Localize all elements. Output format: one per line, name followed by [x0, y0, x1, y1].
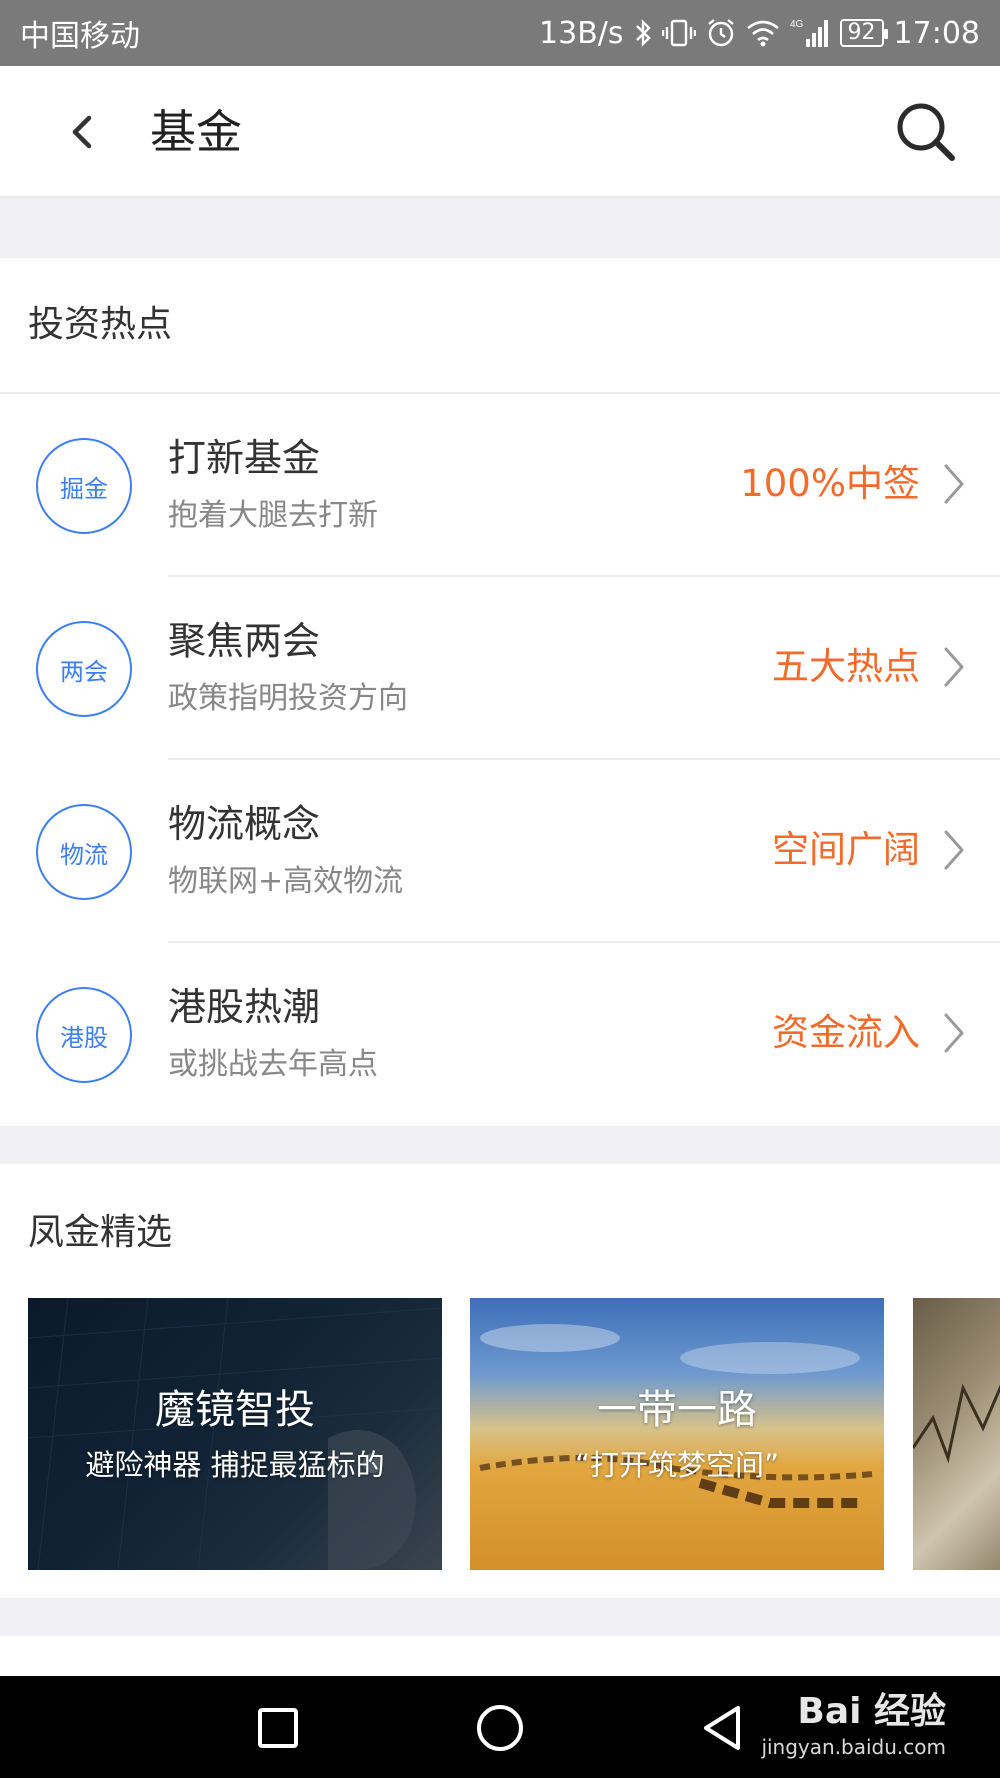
- hot-item-badge: 掘金: [36, 438, 132, 534]
- battery-indicator: 92: [839, 19, 888, 47]
- hot-section-title: 投资热点: [28, 304, 173, 345]
- app-header: 基金: [0, 66, 1000, 198]
- chevron-right-icon: [944, 647, 964, 687]
- status-icons: 13B/s 4G 92 17:08: [539, 16, 980, 51]
- hot-item-ipo-fund[interactable]: 掘金 打新基金 抱着大腿去打新 100%中签: [0, 394, 1000, 577]
- hot-item-tag: 100%中签: [740, 462, 920, 505]
- back-button[interactable]: [52, 102, 112, 162]
- featured-card-title: 魔镜智投: [155, 1387, 315, 1433]
- back-nav-button[interactable]: [692, 1698, 752, 1758]
- featured-card-partial[interactable]: [913, 1298, 1000, 1570]
- hot-item-desc: 政策指明投资方向: [168, 681, 408, 716]
- wifi-icon: [746, 16, 780, 50]
- hot-item-badge: 物流: [36, 804, 132, 900]
- carrier-label: 中国移动: [20, 19, 140, 54]
- chevron-right-icon: [944, 464, 964, 504]
- watermark-brand: Bai 经验: [797, 1691, 946, 1732]
- hot-item-badge: 港股: [36, 987, 132, 1083]
- search-icon: [897, 103, 955, 161]
- clock: 17:08: [893, 15, 980, 51]
- triangle-back-icon: [704, 1706, 740, 1750]
- vibrate-icon: [661, 16, 696, 50]
- hot-item-name: 打新基金: [168, 436, 321, 480]
- page-title: 基金: [150, 105, 242, 159]
- status-bar: 中国移动 13B/s 4G 92 17:08: [0, 0, 1000, 66]
- featured-card-title: 一带一路: [597, 1387, 757, 1433]
- hot-item-tag: 五大热点: [772, 645, 920, 688]
- hot-item-name: 物流概念: [168, 802, 321, 846]
- app-root: 中国移动 13B/s 4G 92 17:08 基金 投资热点 掘金 打新基金 抱…: [0, 0, 1000, 1778]
- hot-item-two-sessions[interactable]: 两会 聚焦两会 政策指明投资方向 五大热点: [0, 577, 1000, 760]
- system-nav-bar: Bai 经验 jingyan.baidu.com: [0, 1676, 1000, 1778]
- hot-item-desc: 物联网+高效物流: [168, 864, 404, 899]
- featured-section-title: 凤金精选: [28, 1212, 173, 1253]
- chart-background-graphic: [913, 1383, 1000, 1464]
- home-button[interactable]: [470, 1698, 530, 1758]
- hot-item-badge: 两会: [36, 621, 132, 717]
- hot-item-tag: 空间广阔: [772, 828, 920, 871]
- featured-section: 凤金精选 魔镜智投 避险神器 捕捉最猛标的 一带一路 “打开筑梦空间”: [0, 1164, 1000, 1598]
- hot-item-desc: 或挑战去年高点: [168, 1047, 378, 1082]
- hot-item-name: 港股热潮: [168, 985, 321, 1029]
- hot-item-tag: 资金流入: [772, 1011, 920, 1054]
- hot-item-desc: 抱着大腿去打新: [168, 498, 378, 533]
- network-type-label: 4G: [790, 19, 804, 30]
- next-section-peek: [0, 1636, 1000, 1676]
- featured-card-subtitle: 避险神器 捕捉最猛标的: [85, 1448, 385, 1482]
- hot-item-hk-stocks[interactable]: 港股 港股热潮 或挑战去年高点 资金流入: [0, 943, 1000, 1126]
- search-button[interactable]: [890, 96, 962, 168]
- hot-item-name: 聚焦两会: [168, 619, 321, 663]
- signal-icon: 4G: [790, 16, 830, 50]
- recent-apps-button[interactable]: [248, 1698, 308, 1758]
- chevron-right-icon: [944, 830, 964, 870]
- featured-card-subtitle: “打开筑梦空间”: [574, 1448, 780, 1482]
- featured-card-magic-mirror[interactable]: 魔镜智投 避险神器 捕捉最猛标的: [28, 1298, 442, 1570]
- watermark-url: jingyan.baidu.com: [761, 1735, 946, 1759]
- network-speed: 13B/s: [539, 15, 624, 51]
- chevron-right-icon: [944, 1013, 964, 1053]
- square-icon: [258, 1708, 298, 1748]
- circle-icon: [477, 1705, 523, 1751]
- alarm-icon: [706, 16, 736, 50]
- chevron-left-icon: [72, 115, 92, 149]
- baidu-watermark: Bai 经验 jingyan.baidu.com: [761, 1690, 946, 1760]
- featured-card-belt-road[interactable]: 一带一路 “打开筑梦空间”: [470, 1298, 884, 1570]
- hot-section: 投资热点 掘金 打新基金 抱着大腿去打新 100%中签 两会 聚焦两会 政策指明…: [0, 258, 1000, 1126]
- bluetooth-icon: [634, 16, 652, 50]
- hot-item-logistics[interactable]: 物流 物流概念 物联网+高效物流 空间广阔: [0, 760, 1000, 943]
